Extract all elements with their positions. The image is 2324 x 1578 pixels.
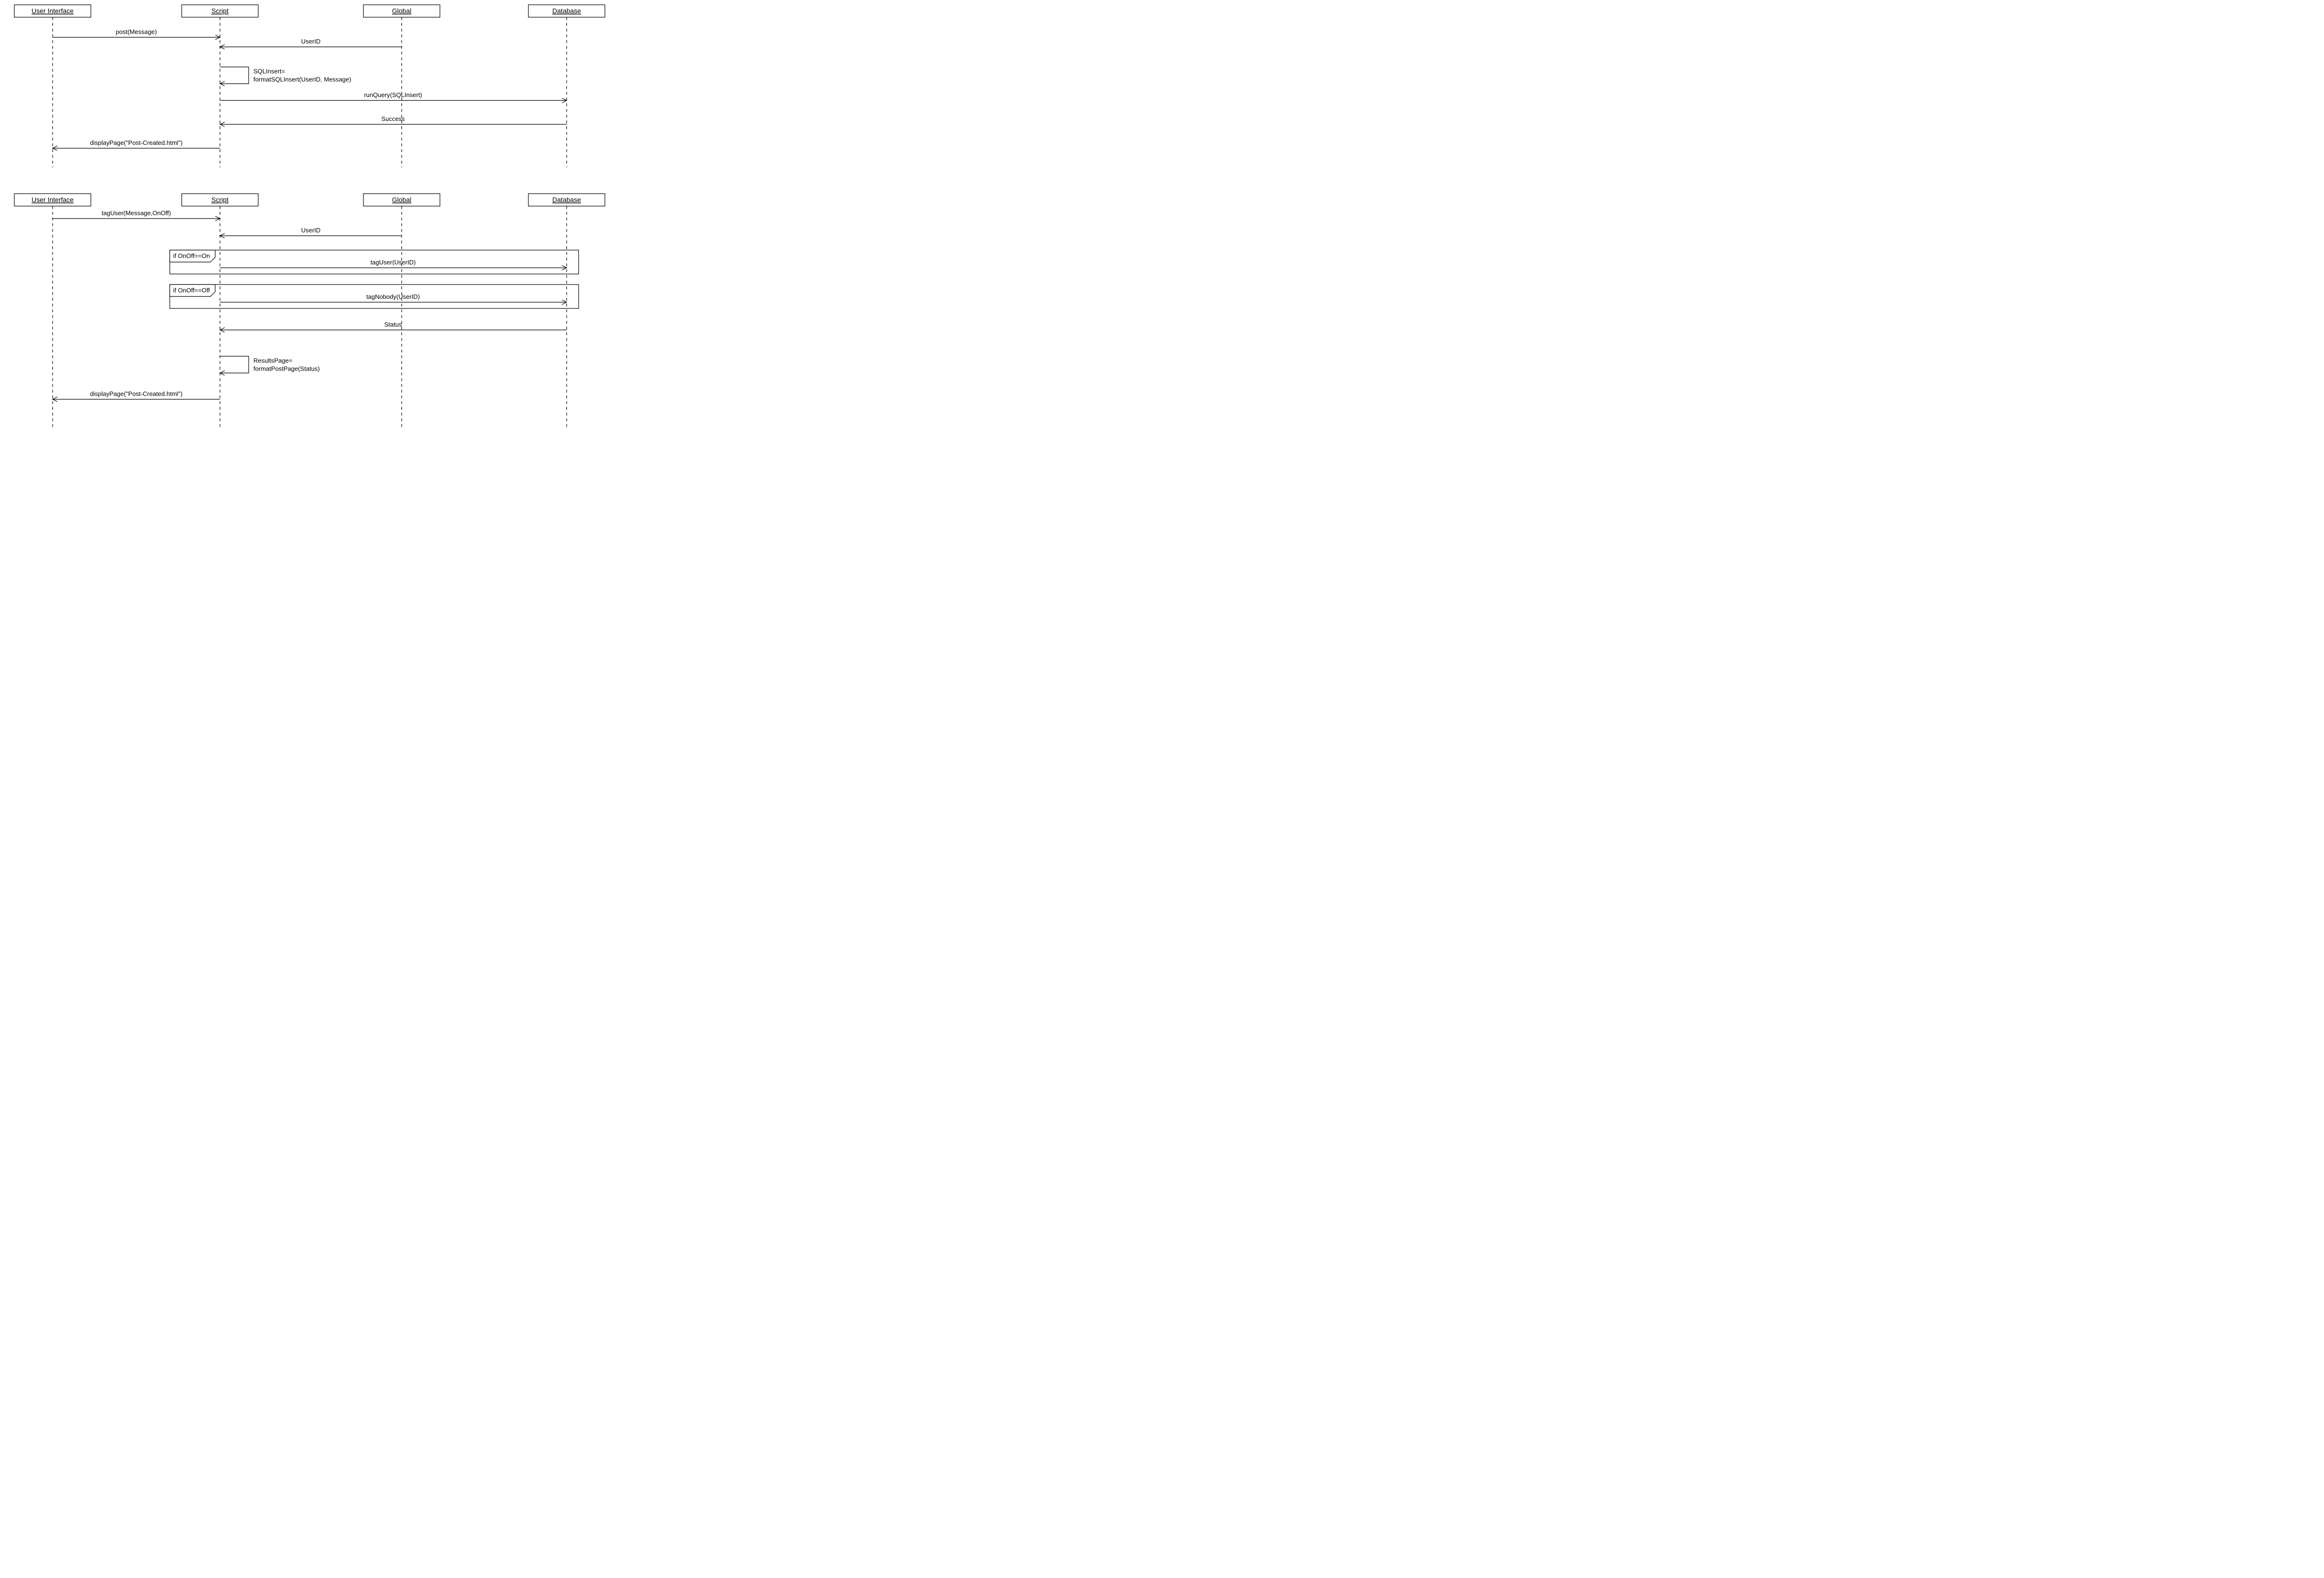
msg-userid-2: UserID xyxy=(220,227,402,236)
msg-format-sql-label-1: SQLInsert= xyxy=(253,67,285,75)
lifeline-db-label: Database xyxy=(552,7,581,15)
msg-taguser-call-label: tagUser(Message,OnOff) xyxy=(102,209,171,217)
msg-format-sql: SQLInsert= formatSQLInsert(UserID, Messa… xyxy=(220,67,351,84)
msg-userid: UserID xyxy=(220,38,402,47)
diagram-1: User Interface Script Global Database po… xyxy=(14,5,605,167)
msg-runquery-label: runQuery(SQLInsert) xyxy=(364,91,422,99)
msg-format-sql-label-2: formatSQLInsert(UserID, Message) xyxy=(253,76,351,83)
msg-success-label: Success xyxy=(381,115,405,122)
msg-displaypage-2-label: displayPage("Post-Created.html") xyxy=(90,390,182,397)
msg-displaypage-label: displayPage("Post-Created.html") xyxy=(90,139,182,146)
msg-displaypage: displayPage("Post-Created.html") xyxy=(53,139,220,148)
opt-frame-off: if OnOff==Off tagNobody(UserID) xyxy=(170,285,579,308)
sequence-diagrams: User Interface Script Global Database po… xyxy=(0,0,650,440)
lifeline-ui-2: User Interface xyxy=(14,194,91,428)
lifeline-global-label-2: Global xyxy=(392,196,411,204)
msg-taguser-call: tagUser(Message,OnOff) xyxy=(53,209,220,219)
opt-frame-off-guard: if OnOff==Off xyxy=(173,286,210,294)
lifeline-global: Global xyxy=(363,5,440,167)
msg-displaypage-2: displayPage("Post-Created.html") xyxy=(53,390,220,399)
msg-runquery: runQuery(SQLInsert) xyxy=(220,91,567,100)
diagram-2: User Interface Script Global Database ta… xyxy=(14,194,605,428)
msg-status: Status xyxy=(220,321,567,330)
msg-format-postpage-label-1: ResultsPage= xyxy=(253,357,292,364)
lifeline-global-label: Global xyxy=(392,7,411,15)
msg-format-postpage: ResultsPage= formatPostPage(Status) xyxy=(220,356,320,373)
lifeline-ui-label: User Interface xyxy=(32,7,74,15)
msg-format-postpage-label-2: formatPostPage(Status) xyxy=(253,365,320,372)
lifeline-ui: User Interface xyxy=(14,5,91,167)
msg-status-label: Status xyxy=(384,321,402,328)
msg-success: Success xyxy=(220,115,567,124)
opt-frame-on: if OnOff==On tagUser(UserID) xyxy=(170,250,579,274)
opt-frame-on-guard: if OnOff==On xyxy=(173,252,210,259)
lifeline-global-2: Global xyxy=(363,194,440,428)
msg-post-label: post(Message) xyxy=(116,28,157,35)
lifeline-script-label-2: Script xyxy=(211,196,229,204)
lifeline-db-label-2: Database xyxy=(552,196,581,204)
lifeline-script-2: Script xyxy=(182,194,258,428)
msg-taguser-label: tagUser(UserID) xyxy=(371,259,416,266)
lifeline-db-2: Database xyxy=(528,194,605,428)
msg-userid-label: UserID xyxy=(301,38,320,45)
msg-post: post(Message) xyxy=(53,28,220,37)
msg-userid-2-label: UserID xyxy=(301,227,320,234)
lifeline-script-label: Script xyxy=(211,7,229,15)
msg-tagnobody-label: tagNobody(UserID) xyxy=(366,293,420,300)
lifeline-script: Script xyxy=(182,5,258,167)
lifeline-db: Database xyxy=(528,5,605,167)
lifeline-ui-label-2: User Interface xyxy=(32,196,74,204)
